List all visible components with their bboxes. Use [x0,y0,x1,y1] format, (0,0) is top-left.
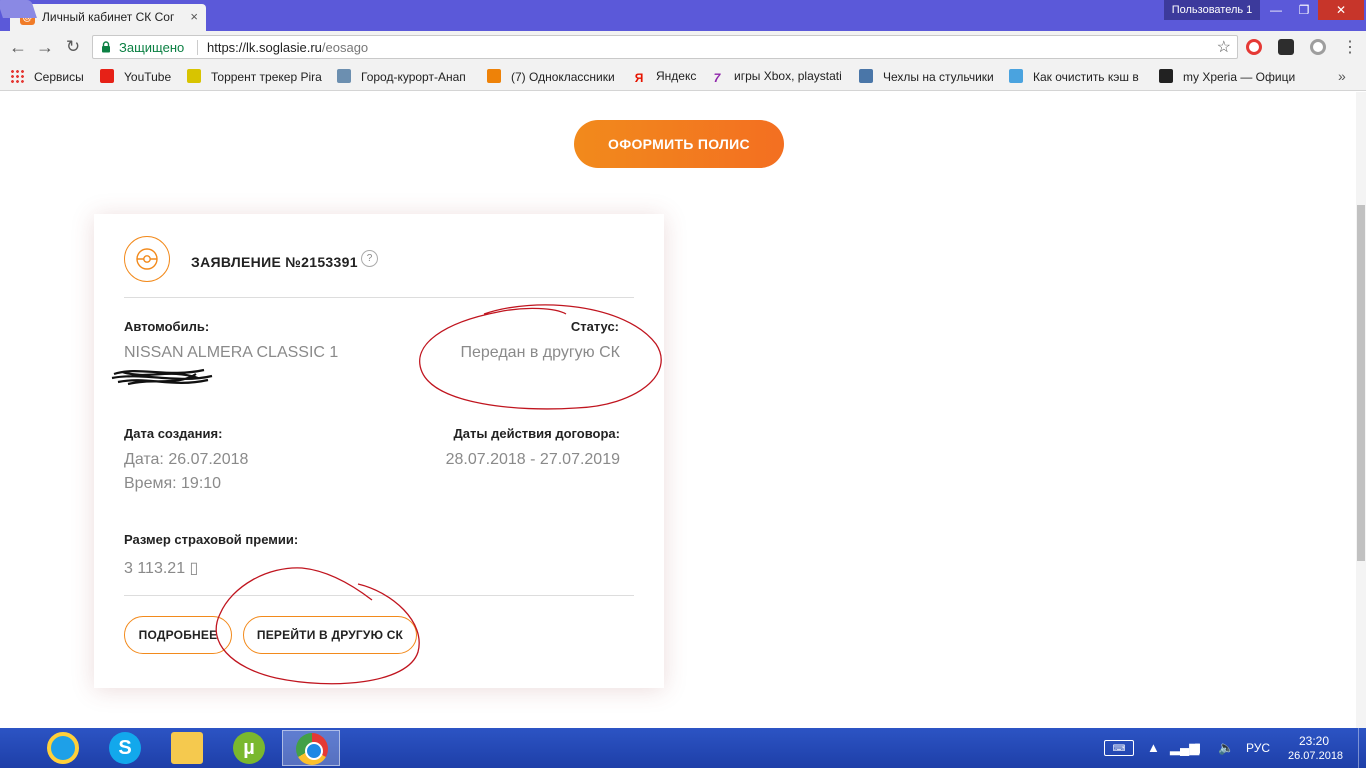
created-label: Дата создания: [124,426,223,441]
internet-explorer-icon [47,732,79,764]
bookmark-games[interactable]: 7 игры Xbox, playstati [710,69,846,85]
show-desktop-button[interactable] [1358,728,1366,768]
tab-title: Личный кабинет СК Сог [42,10,175,24]
reload-button[interactable]: ↻ [63,37,83,57]
hand-drawn-circle [215,567,420,685]
premium-label: Размер страховой премии: [124,532,299,547]
apps-icon [10,69,24,83]
contract-period-label: Даты действия договора: [453,426,620,441]
tab-lk-soglasie[interactable]: @ Личный кабинет СК Сог × [10,4,206,31]
bookmark-label: Город-курорт-Анап [361,70,466,84]
bookmark-label: my Xperia — Офици [1183,70,1296,84]
taskbar-utorrent[interactable]: µ [220,730,278,766]
vk-icon [859,69,873,83]
rutracker-icon [187,69,201,83]
page-scrollbar[interactable] [1356,92,1366,728]
yandex-icon: Я [634,71,644,85]
page-content: ОФОРМИТЬ ПОЛИС ЗАЯВЛЕНИЕ №2153391 ? Авто… [0,92,1366,728]
speaker-icon[interactable]: 🔈 [1218,740,1234,756]
help-icon[interactable]: ? [361,250,378,267]
bookmark-apps[interactable]: Сервисы [10,69,90,85]
odnoklassniki-icon [487,69,501,83]
created-time: Время: 19:10 [124,475,222,492]
bookmark-label: YouTube [124,70,172,84]
bookmark-star-icon[interactable]: ☆ [1217,37,1231,57]
lock-icon [102,41,110,53]
games-icon: 7 [713,71,721,85]
bookmark-label: игры Xbox, playstati [734,69,842,83]
address-separator [197,40,198,55]
extension-circle-icon[interactable] [1310,39,1326,55]
chrome-icon [296,733,328,765]
application-title: ЗАЯВЛЕНИЕ №2153391 [191,254,358,270]
car-label: Автомобиль: [124,319,210,334]
tray-expand-icon[interactable]: ▲ [1147,740,1160,756]
card-divider [124,297,634,298]
bookmark-label: (7) Одноклассники [511,70,615,84]
bookmarks-bar: Сервисы YouTube Торрент трекер Pira Горо… [0,63,1366,91]
taskbar-skype[interactable]: S [96,730,154,766]
bookmark-label: Яндекс [656,69,697,83]
contract-period-value: 28.07.2018 - 27.07.2019 [445,451,620,468]
taskbar-file-explorer[interactable] [158,730,216,766]
application-card: ЗАЯВЛЕНИЕ №2153391 ? Автомобиль: NISSAN … [94,214,664,688]
folder-icon [171,732,203,764]
forward-button[interactable]: → [35,37,55,57]
skype-icon: S [109,732,141,764]
link-icon [1009,69,1023,83]
city-icon [337,69,351,83]
clock-date[interactable]: 26.07.2018 [1288,750,1343,762]
browser-titlebar: @ Личный кабинет СК Сог × Пользователь 1… [0,0,1366,31]
battery-icon[interactable]: ▮ [1194,740,1201,756]
bookmark-yandex[interactable]: Я Яндекс [632,69,702,85]
bookmark-xperia[interactable]: my Xperia — Офици [1159,69,1299,85]
new-tab-button[interactable] [0,0,37,18]
created-date: Дата: 26.07.2018 [124,451,249,468]
car-value: NISSAN ALMERA CLASSIC 1 [124,344,339,361]
bookmarks-more-icon[interactable]: » [1338,68,1346,84]
extension-target-icon[interactable] [1246,39,1262,55]
window-minimize-button[interactable]: — [1262,0,1290,20]
utorrent-icon: µ [233,732,265,764]
profile-user-badge[interactable]: Пользователь 1 [1164,0,1260,20]
premium-value: 3 113.21 ▯ [124,560,199,577]
language-indicator[interactable]: РУС [1246,741,1270,757]
bookmark-label: Сервисы [34,70,84,84]
scrollbar-thumb[interactable] [1357,205,1365,561]
bookmark-label: Торрент трекер Pira [211,70,322,84]
issue-policy-button[interactable]: ОФОРМИТЬ ПОЛИС [574,120,784,168]
bookmark-odnoklassniki[interactable]: (7) Одноклассники [487,69,621,85]
url-host: https://lk.soglasie.ru [207,40,322,55]
youtube-icon [100,69,114,83]
bookmark-youtube[interactable]: YouTube [100,69,180,85]
bookmark-vk[interactable]: Чехлы на стульчики [859,69,997,85]
bookmark-label: Чехлы на стульчики [883,70,994,84]
windows-taskbar: S µ ⌨ ▲ ▂▄▆ ▮ 🔈 РУС 23:20 26.07.2018 [0,728,1366,768]
clock-time[interactable]: 23:20 [1288,734,1340,748]
keyboard-icon[interactable]: ⌨ [1104,740,1134,756]
window-maximize-button[interactable]: ❐ [1290,0,1318,20]
taskbar-chrome[interactable] [282,730,340,766]
bookmark-anapa[interactable]: Город-курорт-Анап [337,69,475,85]
application-icon [124,236,170,282]
url-text[interactable]: https://lk.soglasie.ru/eosago [207,40,368,55]
hand-drawn-circle [419,304,662,410]
secure-label: Защищено [119,40,185,55]
bookmark-label: Как очистить кэш в [1033,70,1139,84]
address-bar[interactable]: Защищено https://lk.soglasie.ru/eosago ☆ [92,35,1238,59]
window-close-button[interactable]: ✕ [1318,0,1364,20]
bookmark-torrent[interactable]: Торрент трекер Pira [187,69,325,85]
browser-menu-icon[interactable]: ⋮ [1342,37,1358,57]
url-path: /eosago [321,40,369,55]
taskbar-internet-explorer[interactable] [34,730,92,766]
extension-check-icon[interactable] [1278,39,1294,55]
redaction-scribble [111,368,213,386]
xperia-icon [1159,69,1173,83]
browser-toolbar: ← → ↻ Защищено https://lk.soglasie.ru/eo… [0,31,1366,63]
bookmark-cache[interactable]: Как очистить кэш в [1009,69,1147,85]
tab-close-icon[interactable]: × [190,9,198,24]
back-button[interactable]: ← [8,37,28,57]
